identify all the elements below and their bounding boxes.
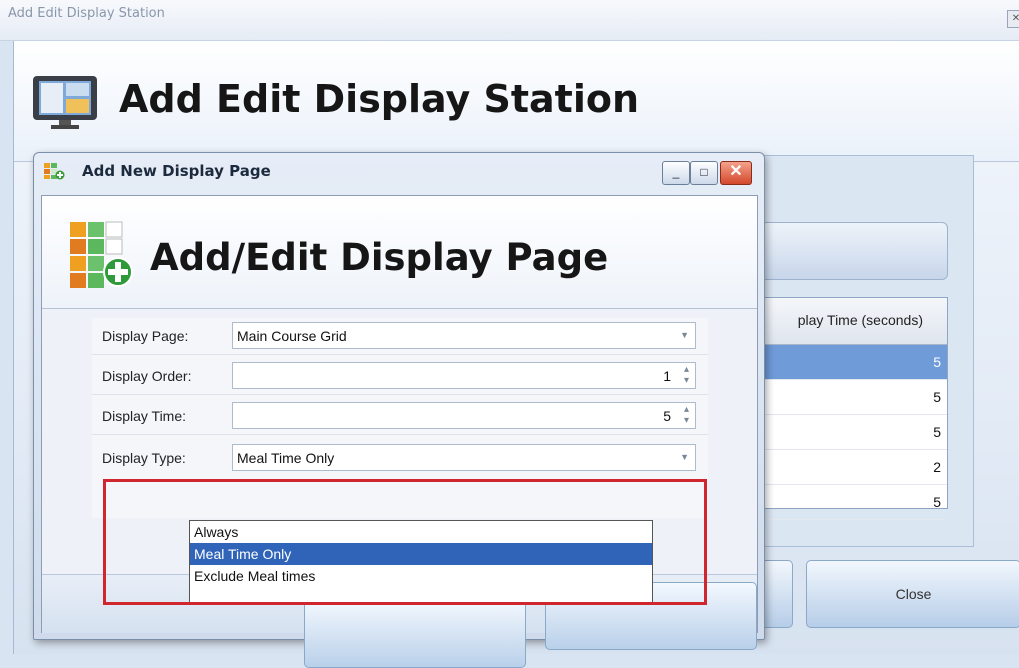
- grid-add-icon: [44, 163, 65, 180]
- dialog-ok-button[interactable]: [304, 600, 526, 668]
- dropdown-option-exclude-meal-times[interactable]: Exclude Meal times: [190, 565, 652, 587]
- display-time-value: 5: [663, 408, 671, 424]
- monitor-icon: [33, 76, 97, 129]
- close-button[interactable]: Close: [806, 560, 1019, 628]
- dialog-close-button[interactable]: ✕: [720, 161, 752, 185]
- chevron-down-icon[interactable]: ▼: [680, 452, 689, 462]
- outer-header-title: Add Edit Display Station: [119, 77, 640, 121]
- display-page-add-icon: [70, 221, 133, 288]
- outer-close-button[interactable]: ✕: [1007, 10, 1019, 28]
- outer-window-title: Add Edit Display Station: [8, 6, 165, 21]
- grid-cell: 5: [933, 389, 941, 405]
- display-order-value: 1: [663, 368, 671, 384]
- display-type-value: Meal Time Only: [237, 450, 335, 466]
- display-type-select[interactable]: Meal Time Only ▼: [232, 444, 696, 471]
- display-page-row: Display Page: Main Course Grid ▼: [92, 318, 708, 355]
- display-type-dropdown-list[interactable]: Always Meal Time Only Exclude Meal times: [189, 520, 653, 604]
- display-type-label: Display Type:: [102, 450, 186, 466]
- minimize-button[interactable]: _: [662, 161, 690, 185]
- grid-cell: 5: [933, 354, 941, 370]
- dialog-header: Add/Edit Display Page: [42, 196, 757, 309]
- spinner-arrows-icon[interactable]: ▴ ▾: [684, 364, 689, 386]
- display-order-stepper[interactable]: 1 ▴ ▾: [232, 362, 696, 389]
- outer-titlebar: Add Edit Display Station ✕: [0, 0, 1019, 41]
- table-row[interactable]: 5: [763, 345, 947, 380]
- table-row[interactable]: 5: [763, 380, 947, 415]
- display-order-label: Display Order:: [102, 368, 192, 384]
- display-time-stepper[interactable]: 5 ▴ ▾: [232, 402, 696, 429]
- grid-cell: 2: [933, 459, 941, 475]
- dialog-title: Add New Display Page: [82, 162, 271, 180]
- grid-cell: 5: [933, 424, 941, 440]
- outer-header: Add Edit Display Station: [14, 41, 1019, 162]
- display-page-label: Display Page:: [102, 328, 189, 344]
- grid-column-header[interactable]: play Time (seconds): [763, 298, 947, 345]
- grid-cell: 5: [933, 494, 941, 510]
- display-page-select[interactable]: Main Course Grid ▼: [232, 322, 696, 349]
- dropdown-option-always[interactable]: Always: [190, 521, 652, 543]
- dropdown-option-meal-time-only[interactable]: Meal Time Only: [190, 543, 652, 565]
- table-row[interactable]: 2: [763, 450, 947, 485]
- background-toolbar-button[interactable]: [760, 222, 948, 280]
- dialog-header-title: Add/Edit Display Page: [150, 236, 609, 279]
- table-row[interactable]: 5: [763, 415, 947, 450]
- display-time-row: Display Time: 5 ▴ ▾: [92, 398, 708, 435]
- spinner-arrows-icon[interactable]: ▴ ▾: [684, 404, 689, 426]
- form-panel: Display Page: Main Course Grid ▼ Display…: [92, 318, 708, 518]
- display-pages-grid[interactable]: play Time (seconds) 5 5 5 2 5: [762, 297, 948, 520]
- display-type-row: Display Type: Meal Time Only ▼: [92, 440, 708, 476]
- table-row[interactable]: 5: [763, 485, 947, 520]
- maximize-button[interactable]: □: [690, 161, 718, 185]
- grid-column-header-label: play Time (seconds): [797, 312, 923, 328]
- display-time-label: Display Time:: [102, 408, 187, 424]
- chevron-down-icon[interactable]: ▼: [680, 330, 689, 340]
- dialog-titlebar[interactable]: Add New Display Page _ □ ✕: [34, 153, 764, 189]
- display-page-value: Main Course Grid: [237, 328, 347, 344]
- display-order-row: Display Order: 1 ▴ ▾: [92, 358, 708, 395]
